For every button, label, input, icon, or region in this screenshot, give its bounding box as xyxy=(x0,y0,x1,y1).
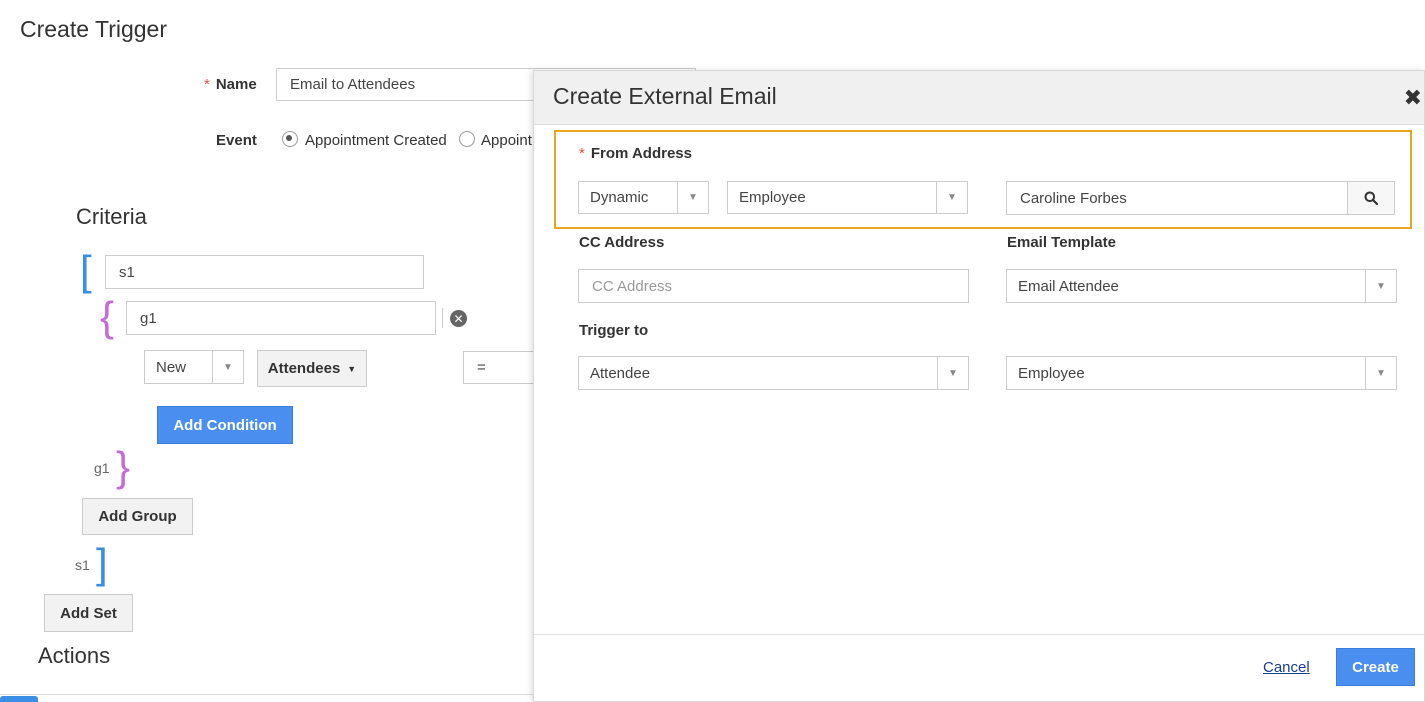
cc-address-input[interactable]: CC Address xyxy=(578,269,969,303)
set-open-bracket: [ xyxy=(80,247,92,294)
trigger-to-label: Trigger to xyxy=(579,322,649,339)
bottom-tab-indicator[interactable] xyxy=(0,696,38,702)
actions-divider xyxy=(0,694,533,695)
create-external-email-dialog: Create External Email ✖ * From Address Dy… xyxy=(533,70,1425,702)
event-option-label: Appointment Created xyxy=(305,132,447,149)
dialog-header: Create External Email ✖ xyxy=(534,71,1424,125)
set-close-bracket: ] xyxy=(96,540,108,587)
email-template-select[interactable]: Email Attendee ▼ xyxy=(1006,269,1397,303)
add-condition-button[interactable]: Add Condition xyxy=(157,406,293,444)
set-name-input[interactable]: s1 xyxy=(105,255,424,289)
dropdown-arrow-icon: ▼ xyxy=(212,351,243,383)
create-button[interactable]: Create xyxy=(1336,648,1415,686)
dropdown-arrow-icon: ▼ xyxy=(677,182,708,213)
dialog-footer: Cancel Create xyxy=(534,634,1424,701)
trigger-to-secondary-select[interactable]: Employee ▼ xyxy=(1006,356,1397,390)
group-close-bracket: } xyxy=(116,443,131,490)
cc-address-label: CC Address xyxy=(579,234,665,251)
dropdown-arrow-icon: ▼ xyxy=(1365,270,1396,302)
cancel-link[interactable]: Cancel xyxy=(1263,659,1310,676)
group-close-label: g1 xyxy=(94,460,110,476)
group-name-input[interactable]: g1 xyxy=(126,301,436,335)
event-label: Event xyxy=(216,132,257,149)
dialog-title: Create External Email xyxy=(553,83,777,109)
radio-unselected-icon[interactable] xyxy=(459,131,475,147)
from-address-label: * From Address xyxy=(579,145,692,162)
caret-down-icon: ▼ xyxy=(347,363,357,374)
close-icon[interactable]: ✖ xyxy=(1404,85,1422,111)
email-template-label: Email Template xyxy=(1007,234,1116,251)
dropdown-arrow-icon: ▼ xyxy=(937,357,968,389)
add-group-button[interactable]: Add Group xyxy=(82,498,193,535)
group-open-bracket: { xyxy=(100,293,115,340)
dropdown-arrow-icon: ▼ xyxy=(936,182,967,213)
actions-title: Actions xyxy=(38,643,111,668)
condition-attribute-dropdown[interactable]: Attendees ▼ xyxy=(257,350,367,387)
condition-operator-input[interactable]: = xyxy=(463,351,543,384)
search-icon[interactable] xyxy=(1347,182,1394,214)
from-address-lookup[interactable]: Caroline Forbes xyxy=(1006,181,1395,215)
criteria-title: Criteria xyxy=(76,204,147,229)
name-label: * Name xyxy=(204,76,257,93)
page-title: Create Trigger xyxy=(20,16,168,42)
event-radio-appointment-other[interactable] xyxy=(459,131,475,152)
divider xyxy=(442,308,443,328)
set-close-label: s1 xyxy=(75,557,90,573)
remove-group-icon[interactable]: ✕ xyxy=(450,310,467,327)
event-radio-appointment-created[interactable] xyxy=(282,131,298,152)
from-type-select[interactable]: Dynamic ▼ xyxy=(578,181,709,214)
trigger-to-select[interactable]: Attendee ▼ xyxy=(578,356,969,390)
event-option-label: Appoint xyxy=(481,132,532,149)
add-set-button[interactable]: Add Set xyxy=(44,594,133,632)
radio-selected-icon[interactable] xyxy=(282,131,298,147)
from-source-select[interactable]: Employee ▼ xyxy=(727,181,968,214)
dropdown-arrow-icon: ▼ xyxy=(1365,357,1396,389)
condition-field-select[interactable]: New ▼ xyxy=(144,350,244,384)
